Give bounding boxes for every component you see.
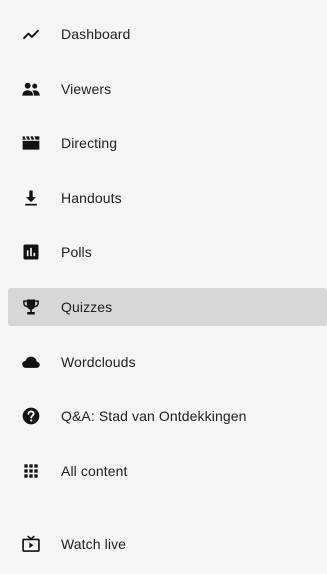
- nav-item-label: Wordclouds: [61, 354, 136, 370]
- nav-item-label: All content: [61, 463, 128, 479]
- trophy-icon: [21, 297, 41, 317]
- nav-item-watch-live[interactable]: Watch live: [8, 525, 327, 563]
- sidebar-nav: Dashboard Viewers Directing Handouts Pol…: [0, 0, 327, 574]
- nav-item-label: Quizzes: [61, 299, 113, 315]
- nav-item-label: Handouts: [61, 190, 122, 206]
- cloud-icon: [21, 352, 41, 372]
- nav-item-wordclouds[interactable]: Wordclouds: [8, 343, 327, 381]
- bar-chart-icon: [21, 242, 41, 262]
- nav-item-label: Watch live: [61, 536, 127, 552]
- nav-item-label: Q&A: Stad van Ontdekkingen: [61, 408, 247, 424]
- trending-line-icon: [21, 24, 41, 44]
- nav-item-label: Directing: [61, 135, 118, 151]
- nav-item-polls[interactable]: Polls: [8, 233, 327, 271]
- download-icon: [21, 188, 41, 208]
- live-tv-icon: [21, 534, 41, 554]
- nav-item-label: Polls: [61, 244, 92, 260]
- nav-item-label: Dashboard: [61, 26, 131, 42]
- nav-item-viewers[interactable]: Viewers: [8, 70, 327, 108]
- nav-item-quizzes[interactable]: Quizzes: [8, 288, 327, 326]
- nav-item-dashboard[interactable]: Dashboard: [8, 15, 327, 53]
- nav-item-handouts[interactable]: Handouts: [8, 179, 327, 217]
- clapperboard-icon: [21, 133, 41, 153]
- nav-item-all-content[interactable]: All content: [8, 452, 327, 490]
- grid-icon: [21, 461, 41, 481]
- question-circle-icon: [21, 406, 41, 426]
- nav-item-directing[interactable]: Directing: [8, 124, 327, 162]
- nav-item-label: Viewers: [61, 81, 112, 97]
- people-icon: [21, 79, 41, 99]
- nav-item-qa[interactable]: Q&A: Stad van Ontdekkingen: [8, 397, 327, 435]
